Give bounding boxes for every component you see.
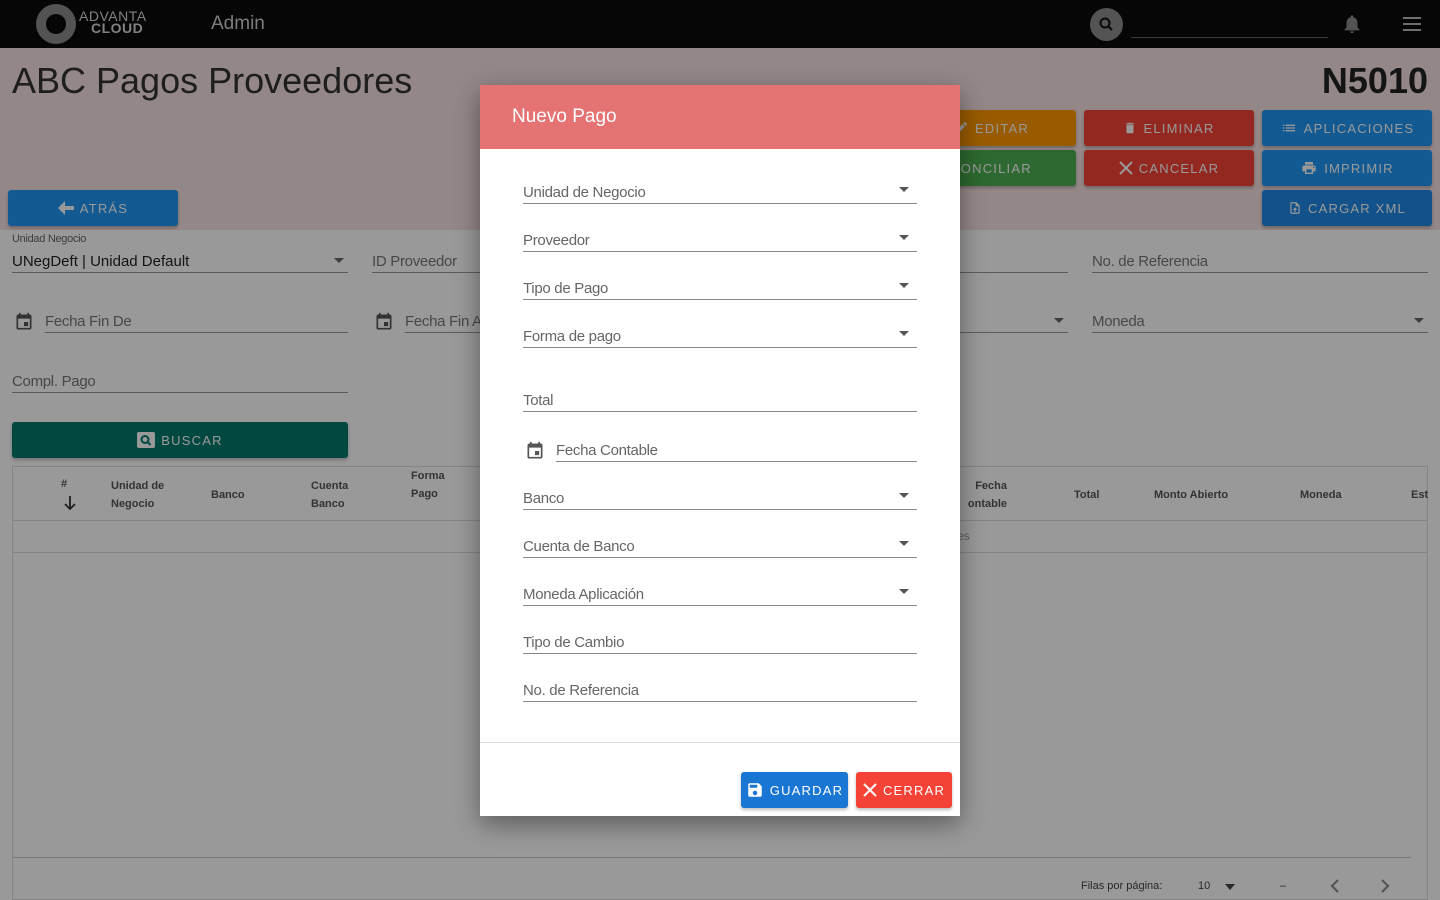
no-referencia-field[interactable]: No. de Referencia: [523, 676, 917, 702]
total-label: Total: [523, 392, 554, 409]
tipo-pago-label: Tipo de Pago: [523, 280, 609, 297]
calendar-icon[interactable]: [525, 440, 545, 462]
cuenta-banco-label: Cuenta de Banco: [523, 538, 635, 555]
cerrar-label: CERRAR: [882, 782, 946, 798]
banco-label: Banco: [523, 490, 565, 507]
tipo-cambio-field[interactable]: Tipo de Cambio: [523, 628, 917, 654]
proveedor-label: Proveedor: [523, 232, 590, 249]
dialog-header: Nuevo Pago: [480, 85, 960, 149]
cerrar-button[interactable]: CERRAR: [856, 772, 952, 808]
forma-pago-select[interactable]: Forma de pago: [523, 322, 917, 348]
chevron-down-icon: [899, 187, 909, 192]
chevron-down-icon: [899, 589, 909, 594]
no-referencia-label: No. de Referencia: [523, 682, 639, 699]
moneda-aplicacion-select[interactable]: Moneda Aplicación: [523, 580, 917, 606]
chevron-down-icon: [899, 331, 909, 336]
cuenta-banco-select[interactable]: Cuenta de Banco: [523, 532, 917, 558]
tipo-cambio-label: Tipo de Cambio: [523, 634, 625, 651]
banco-select[interactable]: Banco: [523, 484, 917, 510]
chevron-down-icon: [899, 493, 909, 498]
forma-pago-label: Forma de pago: [523, 328, 621, 345]
proveedor-select[interactable]: Proveedor: [523, 226, 917, 252]
fecha-contable-field[interactable]: Fecha Contable: [556, 436, 917, 462]
unidad-negocio-label: Unidad de Negocio: [523, 184, 646, 201]
close-icon: [863, 783, 877, 797]
guardar-button[interactable]: GUARDAR: [741, 772, 848, 808]
tipo-pago-select[interactable]: Tipo de Pago: [523, 274, 917, 300]
fecha-contable-label: Fecha Contable: [556, 442, 658, 459]
dialog-actions-divider: [480, 742, 960, 743]
chevron-down-icon: [899, 541, 909, 546]
unidad-negocio-select[interactable]: Unidad de Negocio: [523, 178, 917, 204]
moneda-aplicacion-label: Moneda Aplicación: [523, 586, 644, 603]
chevron-down-icon: [899, 283, 909, 288]
chevron-down-icon: [899, 235, 909, 240]
nuevo-pago-dialog: Nuevo Pago Unidad de Negocio Proveedor T…: [480, 85, 960, 816]
save-icon: [748, 783, 762, 797]
dialog-title: Nuevo Pago: [512, 106, 617, 127]
total-field[interactable]: Total: [523, 386, 917, 412]
guardar-label: GUARDAR: [769, 782, 844, 798]
